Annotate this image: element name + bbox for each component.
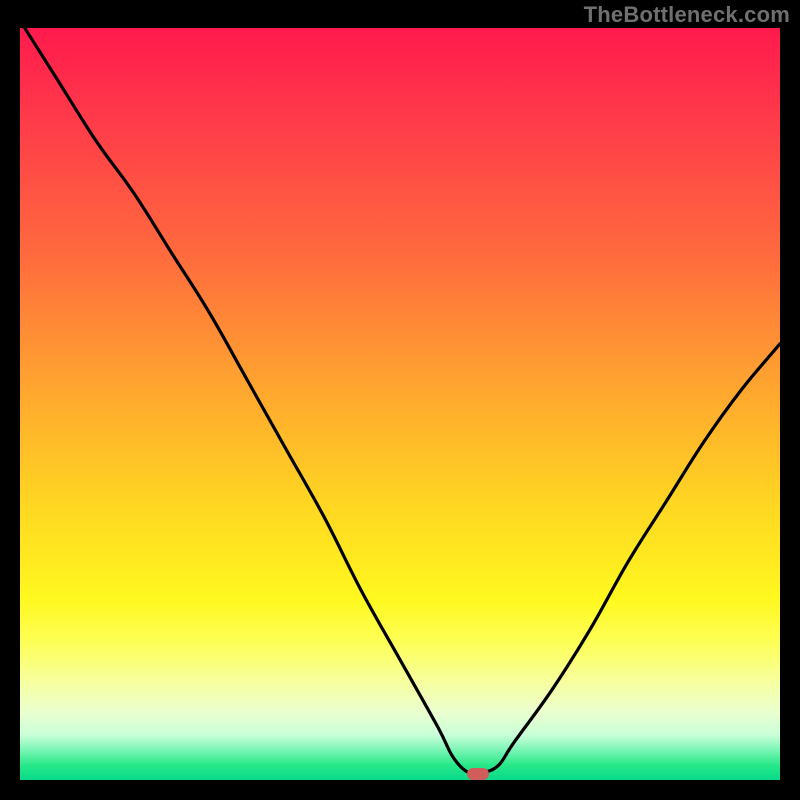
- curve-path: [20, 28, 780, 774]
- bottleneck-curve: [20, 28, 780, 780]
- chart-frame: TheBottleneck.com: [0, 0, 800, 800]
- plot-area: [20, 28, 780, 780]
- watermark-text: TheBottleneck.com: [584, 2, 790, 28]
- optimum-marker: [467, 768, 489, 780]
